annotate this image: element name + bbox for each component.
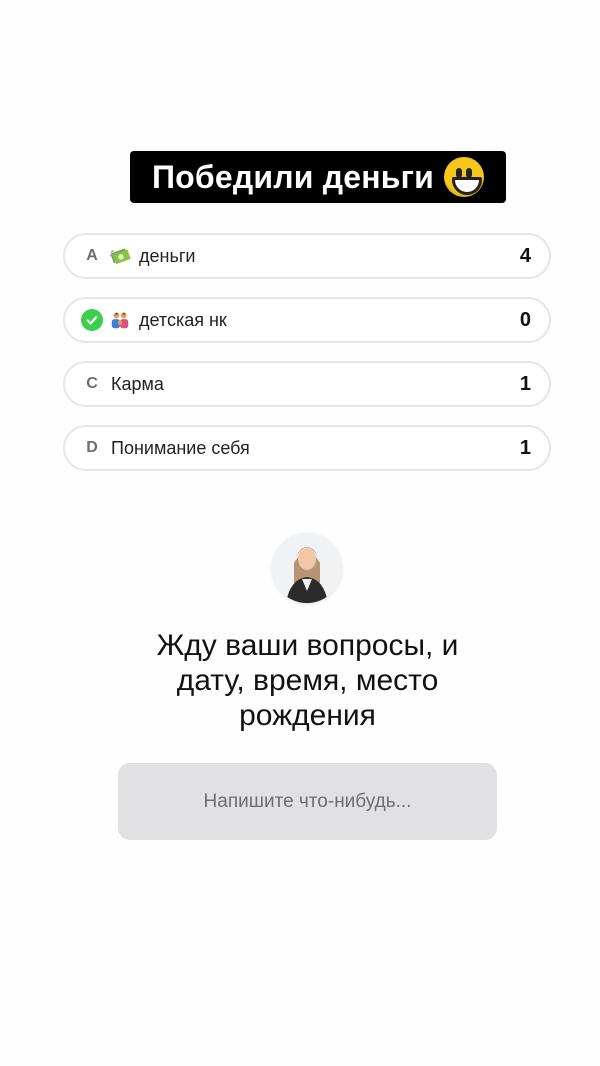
option-letter: D bbox=[86, 439, 98, 456]
avatar bbox=[272, 533, 342, 603]
family-icon bbox=[109, 309, 131, 331]
poll-option-b[interactable]: детская нк 0 bbox=[63, 297, 551, 343]
poll-sticker: A деньги 4 детская нк 0 C Карма 1 D Пони… bbox=[63, 233, 551, 489]
option-count: 0 bbox=[519, 308, 531, 331]
option-count: 4 bbox=[519, 244, 531, 267]
check-icon bbox=[81, 309, 103, 331]
option-label: Карма bbox=[111, 373, 164, 394]
option-label: детская нк bbox=[139, 309, 227, 330]
money-icon bbox=[109, 245, 131, 267]
title-text: Победили деньги bbox=[151, 158, 435, 195]
story-canvas: Победили деньги A деньги 4 детская нк 0 … bbox=[0, 0, 600, 1066]
poll-option-a[interactable]: A деньги 4 bbox=[63, 233, 551, 279]
option-count: 1 bbox=[519, 436, 531, 459]
answer-placeholder: Напишите что-нибудь... bbox=[203, 790, 412, 812]
option-letter: C bbox=[86, 375, 98, 392]
answer-input[interactable]: Напишите что-нибудь... bbox=[118, 763, 497, 840]
option-letter: A bbox=[86, 247, 98, 264]
title-content: Победили деньги bbox=[151, 157, 485, 197]
option-label: Понимание себя bbox=[111, 437, 250, 458]
grinning-face-icon bbox=[444, 157, 485, 197]
option-label: деньги bbox=[139, 245, 196, 266]
poll-option-d[interactable]: D Понимание себя 1 bbox=[63, 425, 551, 471]
option-count: 1 bbox=[519, 372, 531, 395]
poll-option-c[interactable]: C Карма 1 bbox=[63, 361, 551, 407]
title-sticker: Победили деньги bbox=[130, 151, 506, 203]
question-prompt: Жду ваши вопросы, и дату, время, место р… bbox=[156, 629, 459, 732]
